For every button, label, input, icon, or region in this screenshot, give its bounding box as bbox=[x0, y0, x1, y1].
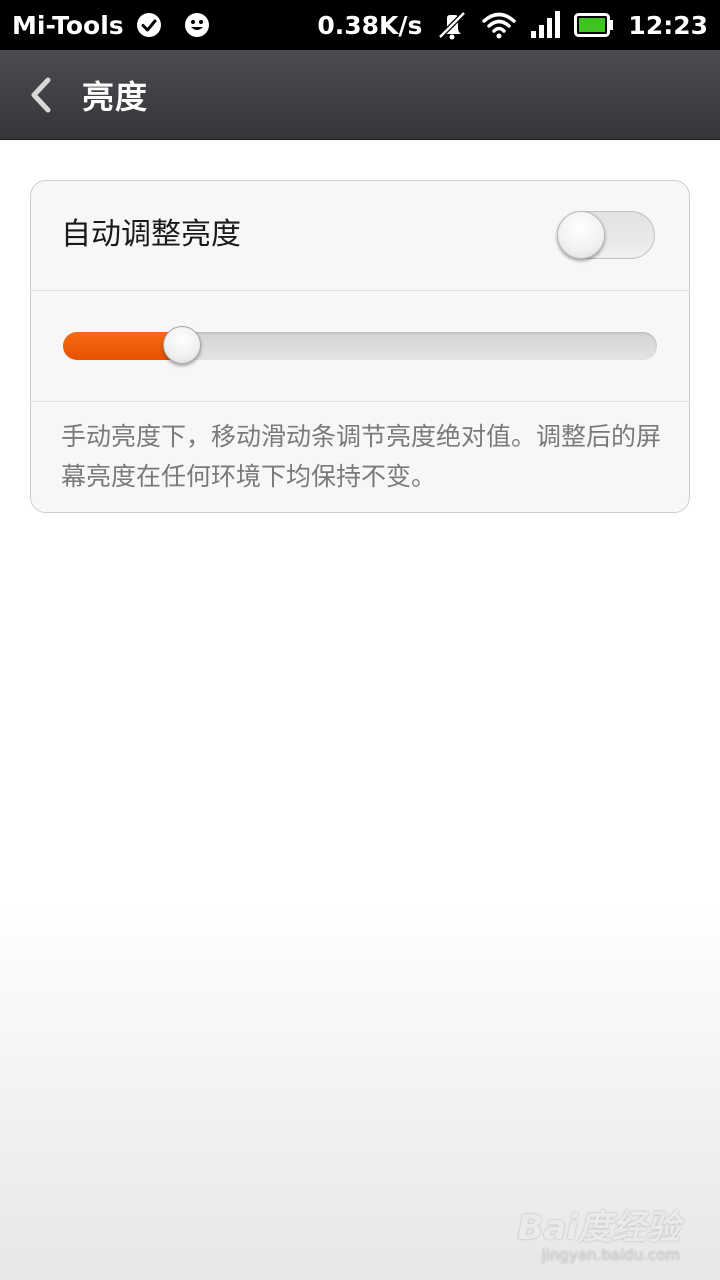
title-bar: 亮度 bbox=[0, 50, 720, 140]
status-app-name: Mi-Tools bbox=[12, 10, 124, 40]
toggle-knob[interactable] bbox=[557, 211, 605, 259]
brightness-slider-row bbox=[31, 291, 689, 402]
auto-brightness-toggle[interactable] bbox=[557, 211, 655, 259]
network-speed: 0.38K/s bbox=[317, 10, 423, 40]
status-bar: Mi-Tools 0.38K/s 12:23 bbox=[0, 0, 720, 50]
watermark-brand: Bai度经验 bbox=[517, 1208, 680, 1248]
brightness-description: 手动亮度下，移动滑动条调节亮度绝对值。调整后的屏幕亮度在任何环境下均保持不变。 bbox=[61, 422, 662, 491]
check-circle-icon bbox=[136, 12, 162, 38]
baidu-watermark: Bai度经验 jingyan.baidu.com bbox=[517, 1210, 680, 1264]
auto-brightness-row[interactable]: 自动调整亮度 bbox=[31, 181, 689, 291]
smiley-icon bbox=[184, 12, 210, 38]
brightness-settings-card: 自动调整亮度 手动亮度下，移动滑动条调节亮度绝对值。调整后的屏幕亮度在任何环境下… bbox=[30, 180, 690, 513]
vibrate-off-icon bbox=[436, 10, 468, 40]
page-title: 亮度 bbox=[82, 77, 149, 116]
status-time: 12:23 bbox=[628, 10, 708, 40]
back-button[interactable] bbox=[0, 50, 82, 140]
battery-icon bbox=[574, 13, 614, 37]
wifi-icon bbox=[482, 11, 517, 39]
brightness-slider-thumb[interactable] bbox=[163, 326, 201, 364]
chevron-left-icon bbox=[28, 75, 54, 115]
brightness-slider[interactable] bbox=[63, 326, 657, 364]
auto-brightness-label: 自动调整亮度 bbox=[61, 217, 241, 252]
status-left: Mi-Tools bbox=[12, 11, 210, 40]
status-right: 0.38K/s 12:23 bbox=[317, 10, 708, 40]
signal-icon bbox=[530, 11, 561, 39]
watermark-url: jingyan.baidu.com bbox=[541, 1246, 680, 1264]
